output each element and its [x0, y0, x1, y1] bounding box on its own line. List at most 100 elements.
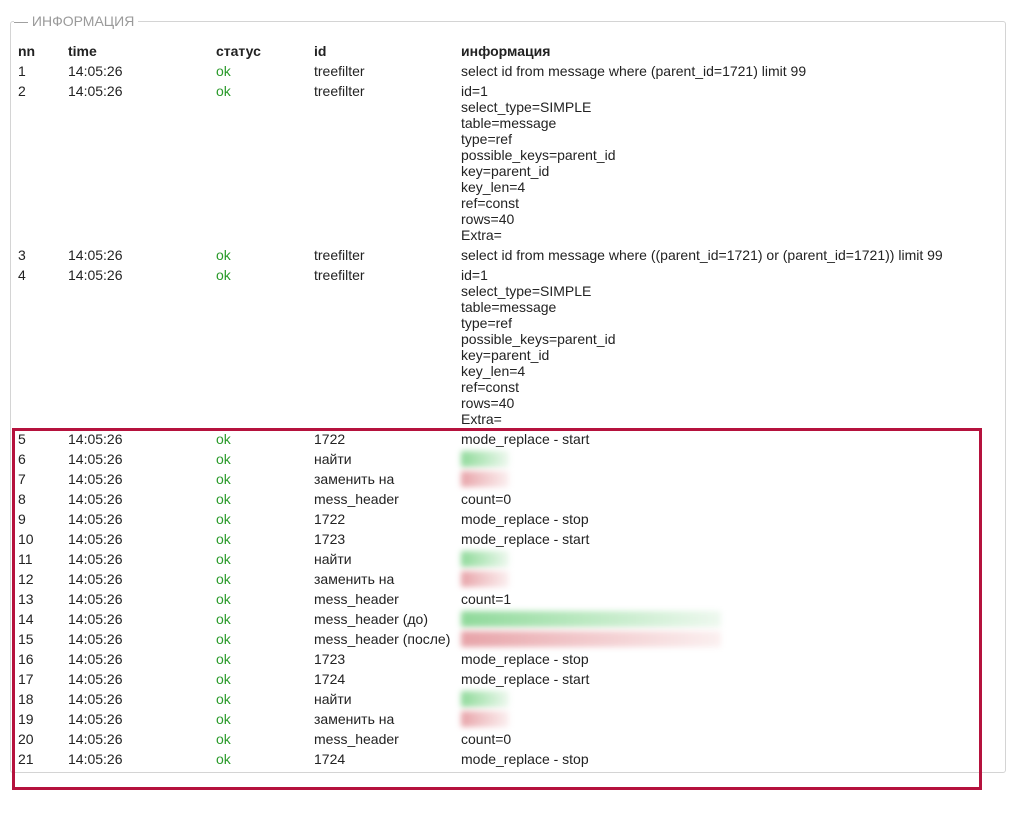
- row-info-cell: id=1 select_type=SIMPLE table=message type=…: [461, 83, 981, 247]
- info-line: possible_keys=parent_id: [461, 147, 616, 163]
- table-row: 14 14:05:26 ok mess_header (до): [18, 611, 981, 631]
- table-row: 11 14:05:26 ok найти: [18, 551, 981, 571]
- row-info-cell: [461, 551, 981, 571]
- row-time-cell: 14:05:26: [68, 247, 123, 263]
- row-info-cell: mode_replace - stop: [461, 511, 981, 531]
- info-line: select_type=SIMPLE: [461, 283, 592, 299]
- info-line: key=parent_id: [461, 163, 550, 179]
- info-line: count=1: [461, 591, 512, 607]
- row-id-cell: mess_header: [314, 491, 399, 507]
- info-line: Extra=: [461, 227, 502, 243]
- table-row: 6 14:05:26 ok найти: [18, 451, 981, 471]
- row-info-cell: [461, 611, 981, 631]
- row-status-cell: ok: [216, 671, 231, 687]
- row-status-cell: ok: [216, 751, 231, 767]
- row-time-cell: 14:05:26: [68, 631, 123, 647]
- table-row: 7 14:05:26 ok заменить на: [18, 471, 981, 491]
- info-line: select id from message where ((parent_id…: [461, 247, 943, 263]
- row-id-cell: 1722: [314, 431, 346, 447]
- row-id-cell: mess_header: [314, 731, 399, 747]
- row-status-cell: ok: [216, 611, 231, 627]
- row-id-cell: 1724: [314, 751, 346, 767]
- row-time-cell: 14:05:26: [68, 451, 123, 467]
- table-row: 9 14:05:26 ok 1722 mode_replace - stop: [18, 511, 981, 531]
- row-id-cell: найти: [314, 451, 352, 467]
- info-line: table=message: [461, 115, 557, 131]
- row-id-cell: заменить на: [314, 471, 395, 487]
- row-status-cell: ok: [216, 731, 231, 747]
- table-row: 21 14:05:26 ok 1724 mode_replace - stop: [18, 751, 981, 771]
- row-info-cell: mode_replace - start: [461, 431, 981, 451]
- info-line: type=ref: [461, 131, 512, 147]
- info-line: rows=40: [461, 395, 515, 411]
- row-info-cell: select id from message where (parent_id=…: [461, 63, 981, 83]
- row-nn-cell: 15: [18, 631, 34, 647]
- info-line: mode_replace - stop: [461, 751, 589, 767]
- table-row: 16 14:05:26 ok 1723 mode_replace - stop: [18, 651, 981, 671]
- info-line: mode_replace - stop: [461, 651, 589, 667]
- row-info-cell: id=1 select_type=SIMPLE table=message type=…: [461, 267, 981, 431]
- row-status-cell: ok: [216, 451, 231, 467]
- row-info-cell: [461, 631, 981, 651]
- row-time-cell: 14:05:26: [68, 471, 123, 487]
- info-line: mode_replace - start: [461, 431, 590, 447]
- row-id-cell: mess_header (до): [314, 611, 428, 627]
- row-id-cell: 1723: [314, 651, 346, 667]
- row-status-cell: ok: [216, 631, 231, 647]
- row-status-cell: ok: [216, 267, 231, 283]
- info-line: key_len=4: [461, 363, 526, 379]
- row-nn-cell: 16: [18, 651, 34, 667]
- row-info-cell: mode_replace - stop: [461, 751, 981, 771]
- row-nn-cell: 12: [18, 571, 34, 587]
- row-nn-cell: 21: [18, 751, 34, 767]
- row-time-cell: 14:05:26: [68, 691, 123, 707]
- info-line: id=1: [461, 267, 488, 283]
- row-time-cell: 14:05:26: [68, 63, 123, 79]
- table-row: 3 14:05:26 ok treefilter select id from mess…: [18, 247, 981, 267]
- row-nn-cell: 9: [18, 511, 26, 527]
- info-line: possible_keys=parent_id: [461, 331, 616, 347]
- row-info-cell: [461, 691, 981, 711]
- redacted-value: [461, 711, 509, 727]
- row-nn-cell: 5: [18, 431, 26, 447]
- row-time-cell: 14:05:26: [68, 491, 123, 507]
- row-status-cell: ok: [216, 511, 231, 527]
- table-row: 10 14:05:26 ok 1723 mode_replace - start: [18, 531, 981, 551]
- info-line: ref=const: [461, 379, 519, 395]
- table-row: 18 14:05:26 ok найти: [18, 691, 981, 711]
- log-table-body: 1 14:05:26 ok treefilter select id from mess…: [18, 63, 981, 771]
- row-status-cell: ok: [216, 591, 231, 607]
- table-row: 1 14:05:26 ok treefilter select id from mess…: [18, 63, 981, 83]
- table-header-row: nn time статус id информация: [18, 43, 981, 63]
- column-header-info: информация: [461, 43, 551, 59]
- redacted-value: [461, 631, 721, 647]
- row-id-cell: treefilter: [314, 267, 365, 283]
- info-line: ref=const: [461, 195, 519, 211]
- row-id-cell: найти: [314, 551, 352, 567]
- row-status-cell: ok: [216, 63, 231, 79]
- row-status-cell: ok: [216, 491, 231, 507]
- row-info-cell: [461, 471, 981, 491]
- row-nn-cell: 1: [18, 63, 26, 79]
- table-row: 17 14:05:26 ok 1724 mode_replace - start: [18, 671, 981, 691]
- column-header-time: time: [68, 43, 97, 59]
- row-id-cell: 1724: [314, 671, 346, 687]
- row-time-cell: 14:05:26: [68, 531, 123, 547]
- redacted-value: [461, 551, 509, 567]
- info-line: table=message: [461, 299, 557, 315]
- info-line: rows=40: [461, 211, 515, 227]
- row-nn-cell: 19: [18, 711, 34, 727]
- row-nn-cell: 11: [18, 551, 33, 567]
- row-nn-cell: 8: [18, 491, 26, 507]
- row-nn-cell: 18: [18, 691, 34, 707]
- table-row: 4 14:05:26 ok treefilter id=1 select_type=SIM…: [18, 267, 981, 431]
- row-nn-cell: 4: [18, 267, 26, 283]
- row-time-cell: 14:05:26: [68, 751, 123, 767]
- row-info-cell: mode_replace - start: [461, 531, 981, 551]
- row-id-cell: mess_header (после): [314, 631, 451, 647]
- row-time-cell: 14:05:26: [68, 511, 123, 527]
- row-status-cell: ok: [216, 83, 231, 99]
- row-status-cell: ok: [216, 431, 231, 447]
- row-id-cell: 1722: [314, 511, 346, 527]
- row-time-cell: 14:05:26: [68, 711, 123, 727]
